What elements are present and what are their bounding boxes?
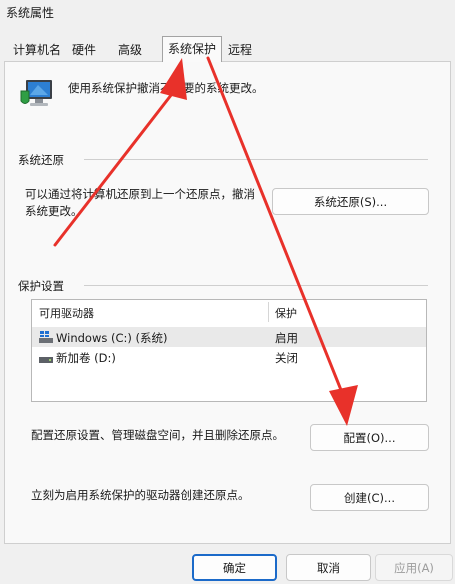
configure-text: 配置还原设置、管理磁盘空间，并且删除还原点。 xyxy=(31,428,284,442)
intro-text: 使用系统保护撤消不需要的系统更改。 xyxy=(68,81,264,95)
restore-description: 可以通过将计算机还原到上一个还原点，撤消系统更改。 xyxy=(25,187,255,218)
cancel-button[interactable]: 取消 xyxy=(286,554,371,581)
drive-row-c[interactable]: Windows (C:) (系统) 启用 xyxy=(32,327,426,347)
ok-button[interactable]: 确定 xyxy=(192,554,277,581)
column-separator xyxy=(268,302,269,322)
tab-remote[interactable]: 远程 xyxy=(223,39,257,60)
column-protection[interactable]: 保护 xyxy=(275,300,297,322)
system-restore-button[interactable]: 系统还原(S)... xyxy=(272,188,429,215)
drive-name: Windows (C:) (系统) xyxy=(56,331,168,345)
drive-icon xyxy=(39,353,53,367)
system-protection-icon xyxy=(19,77,55,111)
tab-advanced[interactable]: 高级 xyxy=(113,39,147,60)
drive-status: 启用 xyxy=(275,331,298,345)
drive-status: 关闭 xyxy=(275,351,298,365)
tab-system-protection[interactable]: 系统保护 xyxy=(162,36,223,62)
apply-button[interactable]: 应用(A) xyxy=(375,554,453,581)
drive-row-d[interactable]: 新加卷 (D:) 关闭 xyxy=(32,347,426,367)
window-title: 系统属性 xyxy=(6,6,55,20)
configure-button[interactable]: 配置(O)... xyxy=(310,424,429,451)
create-text: 立刻为启用系统保护的驱动器创建还原点。 xyxy=(31,488,250,502)
restore-section-title: 系统还原 xyxy=(18,153,64,167)
drive-list[interactable]: 可用驱动器 保护 Windows (C:) (系统) 启用 新加卷 (D:) 关… xyxy=(31,299,427,402)
create-button[interactable]: 创建(C)... xyxy=(310,484,429,511)
tab-hardware[interactable]: 硬件 xyxy=(67,39,101,60)
restore-section-divider xyxy=(84,159,428,160)
system-drive-icon xyxy=(39,331,53,346)
tab-computer-name[interactable]: 计算机名 xyxy=(8,39,66,60)
drive-name: 新加卷 (D:) xyxy=(56,351,116,365)
protection-section-divider xyxy=(84,285,428,286)
column-drive[interactable]: 可用驱动器 xyxy=(39,300,94,322)
protection-section-title: 保护设置 xyxy=(18,279,64,293)
